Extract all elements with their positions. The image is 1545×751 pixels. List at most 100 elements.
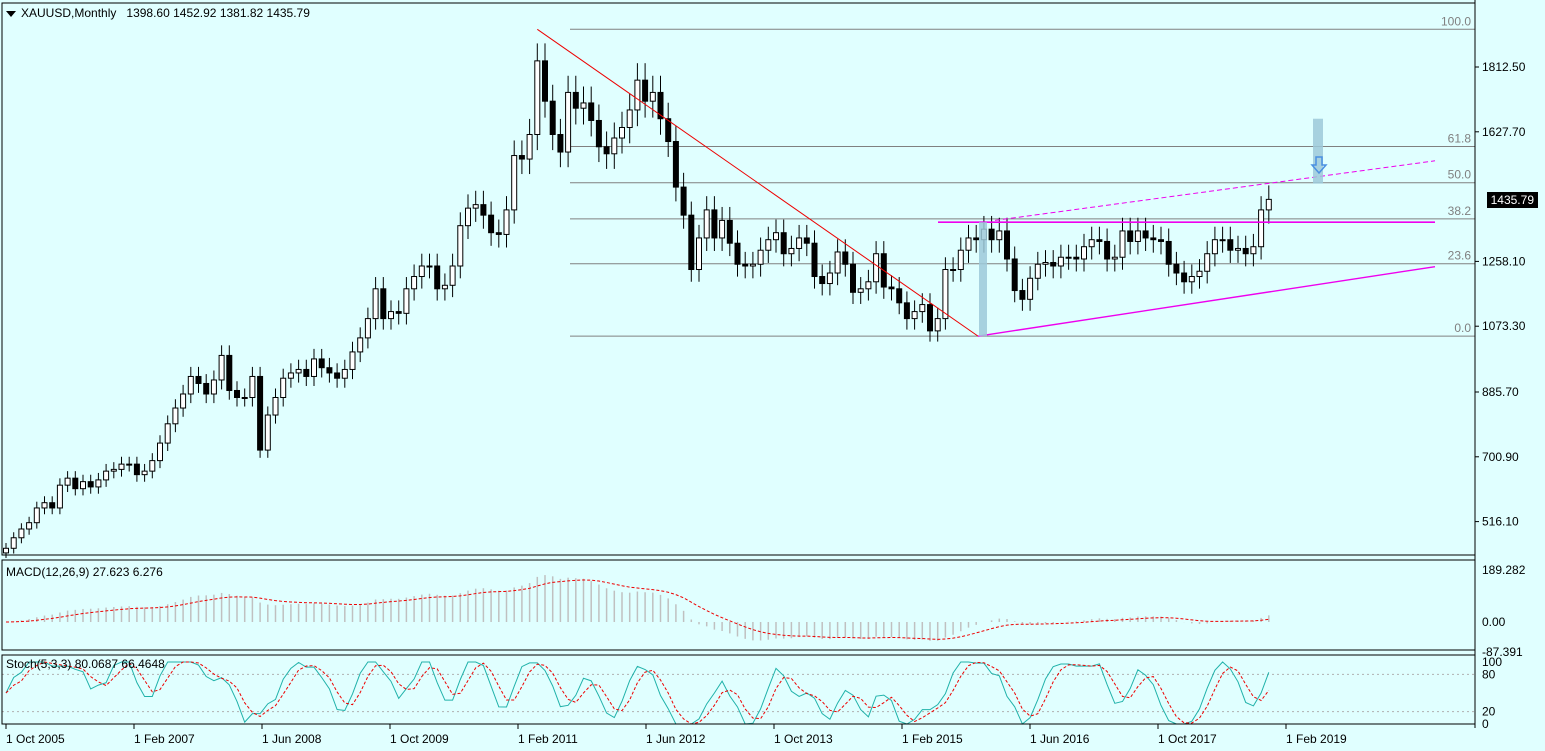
candle-body — [449, 265, 456, 286]
stoch-tick-label: 80 — [1482, 667, 1496, 681]
candle-body — [56, 484, 63, 509]
candle-body — [819, 276, 826, 285]
time-tick-label: 1 Jun 2016 — [1030, 732, 1090, 746]
candle-body — [903, 302, 910, 320]
dropdown-triangle-icon[interactable] — [6, 10, 16, 17]
candle-body — [565, 91, 572, 153]
candle-body — [557, 134, 564, 153]
candle-body — [1119, 230, 1126, 258]
candle-body — [888, 286, 895, 290]
price-tick-label: 1258.10 — [1482, 254, 1526, 268]
price-tick-label: 700.90 — [1482, 450, 1519, 464]
fib-level-label: 38.2 — [1448, 204, 1472, 218]
candle-body — [488, 214, 495, 234]
candle-body — [334, 372, 341, 379]
candle-body — [1065, 256, 1072, 259]
candle-body — [927, 304, 933, 332]
candle-body — [403, 288, 410, 314]
candle-body — [719, 219, 726, 239]
candle-body — [141, 470, 148, 476]
macd-label: MACD(12,26,9) 27.623 6.276 — [6, 565, 163, 579]
time-tick-label: 1 Feb 2019 — [1286, 732, 1347, 746]
candle-body — [441, 284, 448, 290]
candle-body — [41, 502, 48, 509]
candle-body — [965, 237, 972, 251]
candle-body — [1181, 272, 1188, 283]
stoch-signal-line — [5, 661, 1270, 725]
candle-body — [87, 481, 94, 488]
candle-body — [311, 358, 317, 377]
candle-body — [210, 379, 217, 395]
candle-body — [318, 358, 325, 369]
fib-level-label: 61.8 — [1448, 132, 1472, 146]
panel-frame — [1, 559, 1476, 651]
candle-body — [426, 265, 433, 268]
candle-body — [780, 232, 787, 255]
current-price-tag: 1435.79 — [1486, 192, 1538, 208]
candle-body — [241, 397, 248, 400]
price-tick-label: 885.70 — [1482, 385, 1519, 399]
candle-body — [1019, 290, 1026, 300]
panel-frame — [1, 2, 1476, 556]
candle-body — [1050, 261, 1057, 267]
candle-body — [1196, 270, 1203, 278]
candle-body — [603, 146, 610, 155]
target-bar — [1313, 118, 1323, 184]
candle-body — [257, 375, 264, 451]
channel-lower-line — [977, 266, 1436, 337]
chart-canvas: 100.0 61.8 50.0 38.2 23.6 0.0 1812.50 1627.70 1… — [1, 0, 1526, 746]
price-tick-label: 1812.50 — [1482, 60, 1526, 74]
macd-tick-label: 189.282 — [1482, 563, 1526, 577]
candle-body — [696, 237, 702, 271]
candle-body — [326, 367, 333, 374]
candle-body — [280, 377, 287, 399]
time-tick-label: 1 Oct 2013 — [774, 732, 833, 746]
candle-body — [595, 119, 602, 148]
candle-body — [411, 276, 418, 290]
candle-body — [203, 382, 210, 395]
candle-body — [626, 109, 633, 128]
candle-body — [434, 265, 441, 290]
candle-body — [364, 318, 371, 339]
candle-body — [10, 537, 17, 549]
price-tick-label: 1073.30 — [1482, 319, 1526, 333]
candle-body — [988, 228, 995, 241]
candle-body — [1027, 277, 1034, 300]
candle-body — [103, 470, 110, 481]
candle-body — [850, 263, 856, 293]
candle-body — [1188, 276, 1195, 283]
candle-body — [1034, 263, 1041, 279]
candle-body — [303, 368, 310, 377]
time-tick-label: 1 Feb 2011 — [518, 732, 578, 746]
fib-level-label: 23.6 — [1448, 249, 1472, 263]
candle-body — [80, 481, 86, 490]
candle-body — [164, 423, 171, 444]
candle-body — [1219, 239, 1226, 242]
candle-body — [511, 155, 518, 211]
candle-body — [226, 354, 233, 391]
candle-body — [249, 375, 256, 399]
fib-level-label: 0.0 — [1454, 321, 1471, 335]
candle-body — [526, 134, 533, 160]
time-tick-label: 1 Feb 2015 — [902, 732, 963, 746]
candle-body — [549, 100, 556, 136]
candle-body — [149, 460, 156, 472]
candle-body — [272, 397, 279, 416]
candle-body — [180, 393, 187, 409]
stochastic-panel — [2, 661, 1475, 725]
candle-body — [757, 249, 764, 265]
candle-body — [957, 249, 964, 271]
candle-body — [1258, 209, 1265, 248]
candle-body — [349, 351, 356, 370]
candle-body — [1127, 230, 1134, 242]
candle-body — [703, 209, 710, 239]
candle-body — [950, 269, 957, 272]
price-panel: 100.0 61.8 50.0 38.2 23.6 0.0 — [3, 14, 1475, 559]
candle-body — [33, 507, 40, 524]
candle-body — [996, 230, 1003, 241]
candle-body — [234, 389, 240, 399]
candle-body — [26, 522, 33, 530]
candle-body — [911, 311, 918, 320]
candle-body — [64, 477, 71, 486]
candle-body — [1011, 258, 1018, 292]
